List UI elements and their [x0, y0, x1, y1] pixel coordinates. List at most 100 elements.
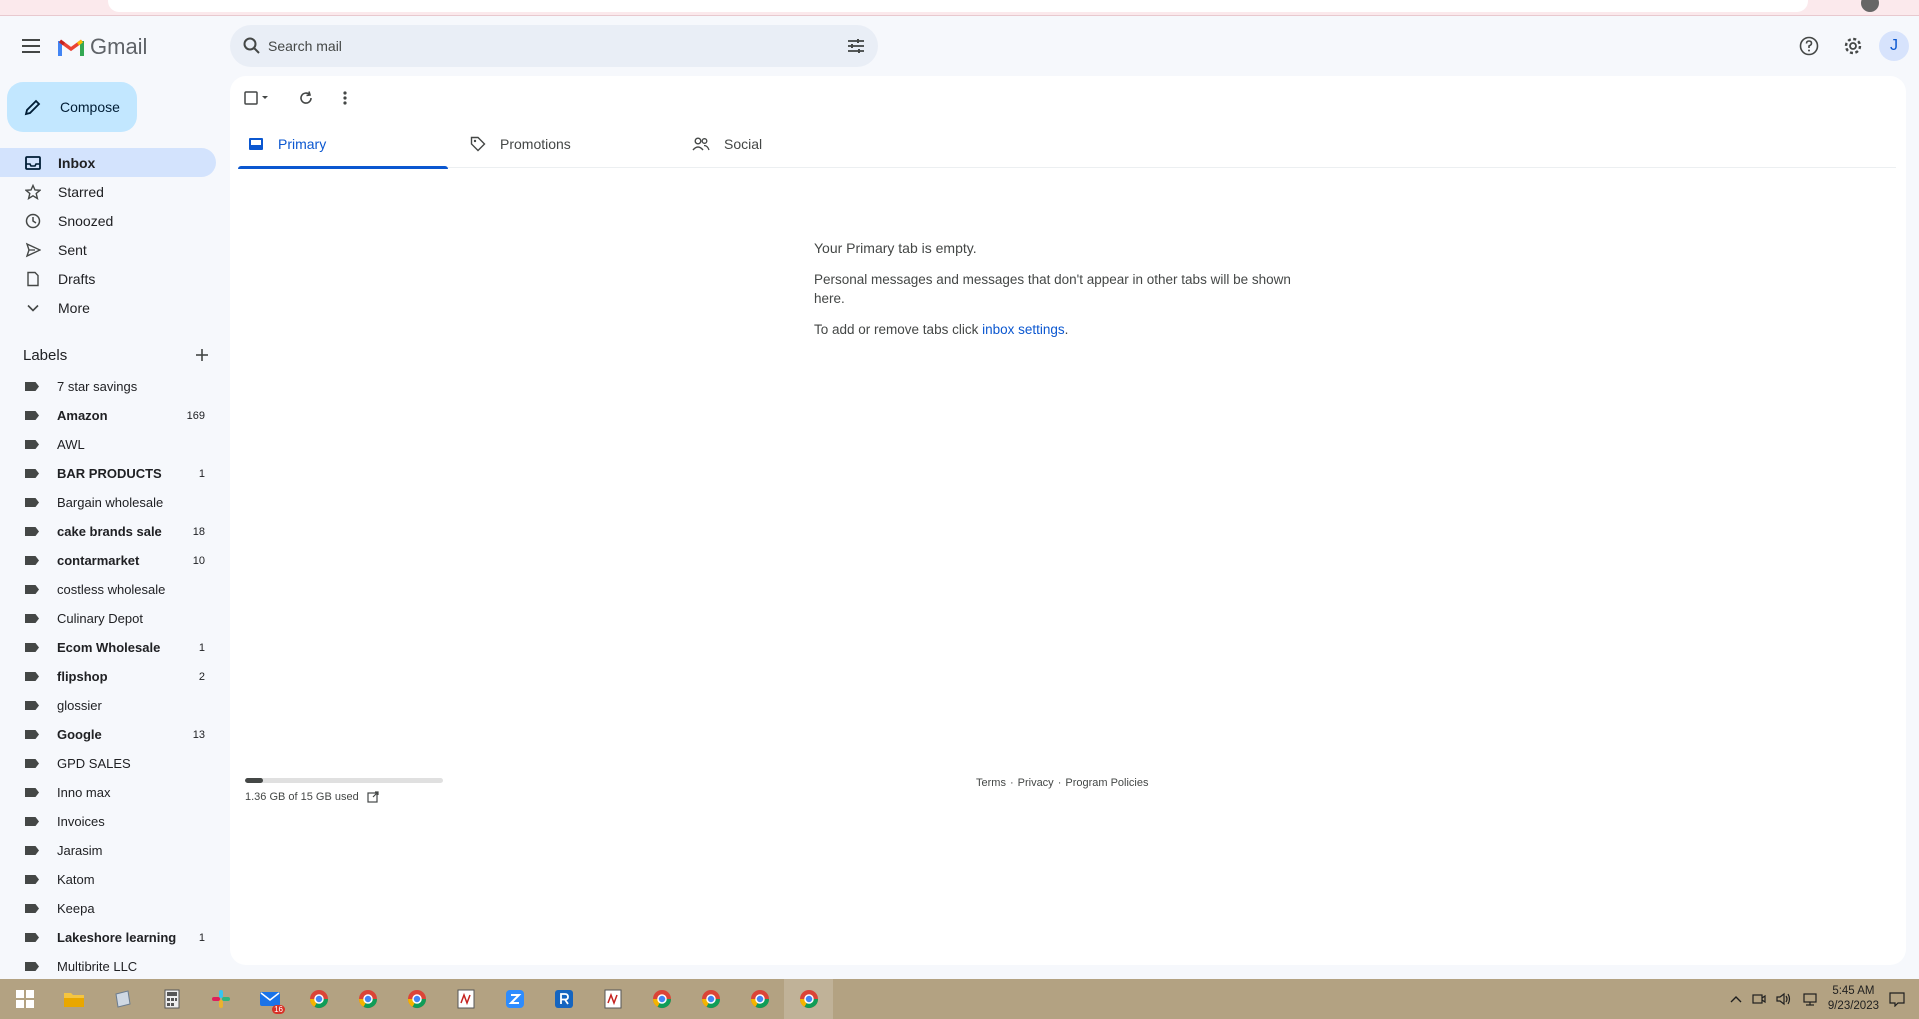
- inbox-settings-link[interactable]: inbox settings: [982, 322, 1065, 337]
- label-item[interactable]: Keepa: [0, 894, 216, 923]
- taskbar-chrome[interactable]: [735, 979, 784, 1019]
- label-item[interactable]: GPD SALES: [0, 749, 216, 778]
- chrome-icon: [799, 990, 818, 1009]
- label-name: 7 star savings: [57, 379, 138, 394]
- terms-link[interactable]: Terms: [976, 777, 1006, 789]
- taskbar-calculator[interactable]: [147, 979, 196, 1019]
- sidebar-item-inbox[interactable]: Inbox: [0, 148, 216, 177]
- tab-promotions[interactable]: Promotions: [460, 120, 682, 168]
- taskbar-chrome-active[interactable]: [784, 979, 833, 1019]
- chrome-icon: [750, 990, 769, 1009]
- search-bar: [230, 25, 878, 67]
- browser-profile-icon[interactable]: [1861, 0, 1879, 12]
- label-item[interactable]: costless wholesale: [0, 575, 216, 604]
- label-item[interactable]: glossier: [0, 691, 216, 720]
- chrome-icon: [701, 990, 720, 1009]
- sidebar-item-drafts[interactable]: Drafts: [0, 264, 216, 293]
- privacy-link[interactable]: Privacy: [1018, 777, 1054, 789]
- gmail-header: Gmail J: [0, 16, 1919, 76]
- taskbar-file-explorer[interactable]: [49, 979, 98, 1019]
- search-input[interactable]: [268, 25, 828, 67]
- external-link-icon[interactable]: [367, 791, 379, 803]
- label-item[interactable]: Lakeshore learning 1: [0, 923, 216, 952]
- taskbar-app[interactable]: [441, 979, 490, 1019]
- taskbar-chrome[interactable]: [343, 979, 392, 1019]
- taskbar-chrome[interactable]: [637, 979, 686, 1019]
- search-options-icon[interactable]: [846, 36, 866, 56]
- program-policies-link[interactable]: Program Policies: [1065, 777, 1148, 789]
- label-icon: [25, 411, 39, 420]
- storage-bar-fill: [245, 778, 263, 783]
- label-item[interactable]: Culinary Depot: [0, 604, 216, 633]
- sidebar-item-sent[interactable]: Sent: [0, 235, 216, 264]
- empty-body: Personal messages and messages that don'…: [814, 272, 1291, 306]
- taskbar-chrome[interactable]: [392, 979, 441, 1019]
- label-name: Lakeshore learning: [57, 930, 177, 945]
- label-item[interactable]: cake brands sale 18: [0, 517, 216, 546]
- sidebar-item-snoozed[interactable]: Snoozed: [0, 206, 216, 235]
- taskbar-app[interactable]: [98, 979, 147, 1019]
- label-item[interactable]: Google 13: [0, 720, 216, 749]
- empty-state: Your Primary tab is empty. Personal mess…: [814, 239, 1294, 339]
- label-item[interactable]: BAR PRODUCTS 1: [0, 459, 216, 488]
- sidebar-item-starred[interactable]: Starred: [0, 177, 216, 206]
- add-label-icon[interactable]: [195, 348, 209, 362]
- search-icon[interactable]: [242, 36, 262, 56]
- taskbar-app[interactable]: [588, 979, 637, 1019]
- empty-settings-hint: To add or remove tabs click inbox settin…: [814, 320, 1294, 339]
- volume-icon[interactable]: [1776, 992, 1792, 1006]
- main-panel: Primary Promotions Social Your Primary t…: [230, 76, 1906, 965]
- taskbar-chrome[interactable]: [686, 979, 735, 1019]
- label-name: cake brands sale: [57, 524, 162, 539]
- network-icon[interactable]: [1802, 992, 1818, 1006]
- label-item[interactable]: Invoices: [0, 807, 216, 836]
- settings-button[interactable]: [1835, 28, 1871, 64]
- refresh-button[interactable]: [298, 86, 314, 110]
- more-options-button[interactable]: [342, 86, 348, 110]
- main-menu-button[interactable]: [16, 30, 48, 62]
- gear-icon: [1844, 37, 1862, 55]
- label-item[interactable]: Inno max: [0, 778, 216, 807]
- taskbar-mail[interactable]: 16: [245, 979, 294, 1019]
- label-item[interactable]: 7 star savings: [0, 372, 216, 401]
- label-item[interactable]: Jarasim: [0, 836, 216, 865]
- taskbar-slack[interactable]: [196, 979, 245, 1019]
- chrome-icon: [652, 990, 671, 1009]
- support-button[interactable]: [1791, 28, 1827, 64]
- gmail-logo[interactable]: Gmail: [58, 34, 147, 60]
- taskbar-chrome[interactable]: [294, 979, 343, 1019]
- meeting-icon[interactable]: [1752, 992, 1766, 1006]
- sidebar-nav: Inbox Starred Snoozed Sent Drafts More: [0, 148, 216, 322]
- taskbar-zoom[interactable]: [490, 979, 539, 1019]
- taskbar-app[interactable]: [539, 979, 588, 1019]
- label-item[interactable]: Amazon 169: [0, 401, 216, 430]
- start-button[interactable]: [0, 979, 49, 1019]
- sidebar-item-more[interactable]: More: [0, 293, 216, 322]
- label-item[interactable]: Bargain wholesale: [0, 488, 216, 517]
- compose-label: Compose: [60, 99, 120, 115]
- label-item[interactable]: contarmarket 10: [0, 546, 216, 575]
- label-item[interactable]: AWL: [0, 430, 216, 459]
- notifications-icon[interactable]: [1889, 991, 1905, 1007]
- label-item[interactable]: flipshop 2: [0, 662, 216, 691]
- label-icon: [25, 817, 39, 826]
- account-avatar[interactable]: J: [1879, 31, 1909, 61]
- tab-social[interactable]: Social: [682, 120, 904, 168]
- tab-primary[interactable]: Primary: [238, 120, 460, 169]
- compose-button[interactable]: Compose: [7, 82, 137, 132]
- tab-label: Social: [724, 136, 763, 152]
- label-item[interactable]: Katom: [0, 865, 216, 894]
- label-name: Amazon: [57, 408, 108, 423]
- select-all-checkbox[interactable]: [244, 86, 270, 110]
- clock-icon: [25, 213, 41, 229]
- address-bar[interactable]: [108, 0, 1808, 12]
- label-icon: [25, 440, 39, 449]
- label-icon: [25, 846, 39, 855]
- label-name: costless wholesale: [57, 582, 166, 597]
- label-item[interactable]: Ecom Wholesale 1: [0, 633, 216, 662]
- chevron-up-icon[interactable]: [1730, 995, 1742, 1003]
- taskbar-clock[interactable]: 5:45 AM 9/23/2023: [1828, 984, 1879, 1014]
- label-item[interactable]: Multibrite LLC: [0, 952, 216, 981]
- footer-links: Terms · Privacy · Program Policies: [976, 777, 1149, 789]
- label-name: Multibrite LLC: [57, 959, 138, 974]
